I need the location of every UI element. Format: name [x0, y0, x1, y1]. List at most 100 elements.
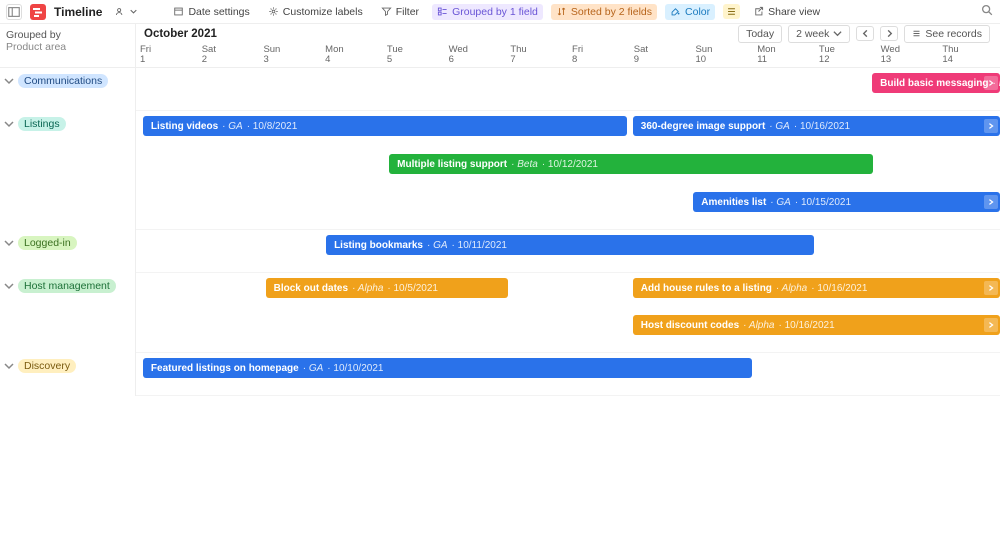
row-height-button[interactable] [723, 4, 740, 19]
chevron-down-icon [4, 281, 14, 291]
bar-label: Amenities list [701, 197, 766, 208]
range-select[interactable]: 2 week [788, 25, 850, 43]
timeline-grid[interactable]: Build basic messaging · Dogfood · 10/17/… [136, 68, 1000, 396]
group-header[interactable]: Discovery [0, 353, 135, 379]
bar-label: Block out dates [274, 283, 348, 294]
group-column: Communications Listings Logged-in Host m… [0, 68, 136, 396]
bar-date: · 10/16/2021 [811, 283, 867, 294]
timeline-bar[interactable]: Build basic messaging · Dogfood · 10/17/… [872, 73, 1000, 93]
bar-stage: · GA [769, 121, 790, 132]
bar-stage: · GA [303, 363, 324, 374]
day-header-cell: Fri8 [568, 44, 630, 67]
sidebar-toggle-button[interactable] [6, 4, 22, 20]
group-icon [437, 6, 448, 17]
bar-date: · 10/15/2021 [795, 197, 851, 208]
day-header-cell: Tue12 [815, 44, 877, 67]
timeline-view-icon [30, 4, 46, 20]
day-header-cell: Fri1 [136, 44, 198, 67]
bar-date: · 10/12/2021 [542, 159, 598, 170]
customize-labels-button[interactable]: Customize labels [263, 4, 368, 20]
day-header-cell: Tue5 [383, 44, 445, 67]
timeline-bar[interactable]: Amenities list · GA · 10/15/2021 [693, 192, 1000, 212]
bar-overflow-icon [984, 76, 998, 90]
group-pill: Communications [18, 74, 108, 88]
month-label: October 2021 [144, 28, 217, 40]
day-header-cell: Sun3 [259, 44, 321, 67]
timeline-bar[interactable]: Featured listings on homepage · GA · 10/… [143, 358, 752, 378]
timeline-bar[interactable]: Multiple listing support · Beta · 10/12/… [389, 154, 873, 174]
bar-stage: · Alpha [352, 283, 383, 294]
bar-date: · 10/10/2021 [327, 363, 383, 374]
people-button[interactable] [110, 4, 142, 19]
see-records-button[interactable]: See records [904, 25, 990, 43]
search-icon [980, 3, 994, 17]
chevron-down-icon [4, 76, 14, 86]
bar-stage: · Beta [511, 159, 538, 170]
group-header[interactable]: Communications [0, 68, 135, 94]
bar-date: · 10/11/2021 [452, 240, 507, 251]
bar-label: Featured listings on homepage [151, 363, 299, 374]
share-icon [753, 6, 764, 17]
bar-overflow-icon [984, 318, 998, 332]
groupby-label: Grouped by [6, 29, 129, 41]
day-header-row: Fri1Sat2Sun3Mon4Tue5Wed6Thu7Fri8Sat9Sun1… [136, 44, 1000, 67]
bar-date: · 10/8/2021 [247, 121, 298, 132]
share-label: Share view [768, 6, 820, 18]
groupby-panel: Grouped by Product area [0, 24, 136, 67]
bar-overflow-icon [984, 281, 998, 295]
group-button[interactable]: Grouped by 1 field [432, 4, 543, 20]
prev-button[interactable] [856, 26, 874, 41]
day-header-cell: Mon11 [753, 44, 815, 67]
group-header[interactable]: Logged-in [0, 230, 135, 256]
timeline-bar[interactable]: Listing videos · GA · 10/8/2021 [143, 116, 627, 136]
group-pill: Discovery [18, 359, 76, 373]
gear-icon [268, 6, 279, 17]
timeline-bar[interactable]: Host discount codes · Alpha · 10/16/2021 [633, 315, 1000, 335]
sort-icon [556, 6, 567, 17]
next-button[interactable] [880, 26, 898, 41]
day-header-cell: Thu7 [506, 44, 568, 67]
bar-stage: · Alpha [776, 283, 807, 294]
range-label: 2 week [796, 28, 829, 40]
share-view-button[interactable]: Share view [748, 4, 825, 20]
bar-date: · 10/5/2021 [387, 283, 438, 294]
filter-icon [381, 6, 392, 17]
timeline-bar[interactable]: 360-degree image support · GA · 10/16/20… [633, 116, 1000, 136]
view-title: Timeline [54, 5, 102, 19]
top-toolbar: Timeline Date settings Customize labels … [0, 0, 1000, 24]
group-pill: Logged-in [18, 236, 77, 250]
bar-date: · 10/16/2021 [778, 320, 834, 331]
timeline-body: Communications Listings Logged-in Host m… [0, 68, 1000, 396]
timeline-bar[interactable]: Listing bookmarks · GA · 10/11/2021 [326, 235, 814, 255]
bar-stage: · GA [222, 121, 243, 132]
sort-button[interactable]: Sorted by 2 fields [551, 4, 657, 20]
bar-stage: · GA [427, 240, 448, 251]
bar-overflow-icon [984, 119, 998, 133]
color-button[interactable]: Color [665, 4, 715, 20]
bar-label: 360-degree image support [641, 121, 765, 132]
group-header[interactable]: Listings [0, 111, 135, 137]
timeline-bar[interactable]: Block out dates · Alpha · 10/5/2021 [266, 278, 508, 298]
filter-button[interactable]: Filter [376, 4, 424, 20]
today-button[interactable]: Today [738, 25, 782, 43]
date-settings-label: Date settings [188, 6, 249, 18]
day-header-cell: Sun10 [691, 44, 753, 67]
bar-stage: · GA [770, 197, 791, 208]
chevron-down-icon [4, 361, 14, 371]
bar-stage: · Alpha [743, 320, 774, 331]
group-pill: Host management [18, 279, 116, 293]
groupby-field: Product area [6, 41, 129, 53]
chevron-down-icon [833, 29, 842, 38]
group-label: Grouped by 1 field [452, 6, 538, 18]
timeline-bar[interactable]: Add house rules to a listing · Alpha · 1… [633, 278, 1000, 298]
date-settings-button[interactable]: Date settings [168, 4, 254, 20]
sub-header: Grouped by Product area October 2021 Tod… [0, 24, 1000, 68]
group-header[interactable]: Host management [0, 273, 135, 299]
color-label: Color [685, 6, 710, 18]
chevron-right-icon [885, 29, 894, 38]
search-button[interactable] [980, 3, 994, 20]
day-header-cell: Wed6 [445, 44, 507, 67]
bar-label: Add house rules to a listing [641, 283, 772, 294]
chevron-down-icon [4, 238, 14, 248]
chevron-left-icon [861, 29, 870, 38]
